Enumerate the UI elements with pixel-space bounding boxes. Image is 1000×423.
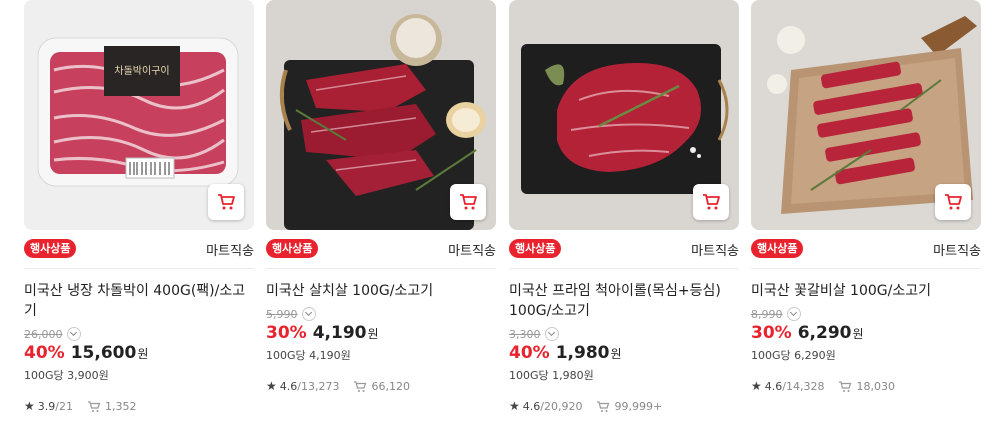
currency: 원: [852, 327, 864, 341]
cart-count: 18,030: [856, 379, 895, 393]
unit-price: 100G당 1,980원: [509, 369, 594, 382]
discount-rate: 30%: [266, 323, 307, 343]
price-row: 40% 15,600 원: [24, 343, 254, 365]
cart-count-icon: [354, 380, 367, 392]
shipping-label: 마트직송: [206, 244, 254, 259]
add-to-cart-button[interactable]: [450, 184, 486, 220]
rating: 3.9: [37, 399, 56, 413]
add-to-cart-button[interactable]: [208, 184, 244, 220]
product-card[interactable]: 행사상품 마트직송 미국산 프라임 척아이롤(목심+등심) 100G/소고기 3…: [509, 0, 739, 413]
product-image[interactable]: [751, 0, 981, 230]
unit-price: 100G당 3,900원: [24, 369, 109, 382]
event-badge: 행사상품: [266, 239, 319, 258]
event-badge: 행사상품: [24, 239, 77, 258]
original-price-row: 3,300: [509, 327, 739, 341]
add-to-cart-button[interactable]: [935, 184, 971, 220]
price-row: 30% 6,290 원: [751, 323, 981, 345]
product-image[interactable]: 차돌박이구이: [24, 0, 254, 230]
rating-row: ★ 4.6 /13,273 66,120: [266, 379, 496, 393]
original-price: 5,990: [266, 307, 298, 321]
sale-price: 15,600: [70, 343, 137, 363]
badge-row: 행사상품 마트직송: [24, 230, 254, 269]
discount-rate: 30%: [751, 323, 792, 343]
currency: 원: [367, 327, 379, 341]
shipping-label: 마트직송: [448, 244, 496, 259]
cart-count: 1,352: [104, 399, 137, 413]
chevron-down-icon[interactable]: [66, 327, 81, 341]
original-price-row: 26,000: [24, 327, 254, 341]
rating-row: ★ 4.6 /20,920 99,999+: [509, 399, 739, 413]
discount-rate: 40%: [24, 343, 65, 363]
cart-count-icon: [597, 400, 610, 412]
rating: 4.6: [764, 379, 783, 393]
review-count: /13,273: [297, 379, 340, 393]
price-row: 30% 4,190 원: [266, 323, 496, 345]
star-icon: ★: [266, 379, 277, 393]
pack-label: 차돌박이구이: [114, 65, 169, 77]
cart-icon: [945, 194, 962, 210]
event-badge: 행사상품: [751, 239, 804, 258]
review-count: /20,920: [540, 399, 583, 413]
badge-row: 행사상품 마트직송: [509, 230, 739, 269]
product-grid: 차돌박이구이 행사상품 마트직송 미국산 냉장 차돌박이 400G(팩)/소고기…: [0, 0, 1000, 423]
price-row: 40% 1,980 원: [509, 343, 739, 365]
event-badge: 행사상품: [509, 239, 562, 258]
chevron-down-icon[interactable]: [301, 307, 316, 321]
rating: 4.6: [522, 399, 541, 413]
rating-row: ★ 4.6 /14,328 18,030: [751, 379, 981, 393]
original-price: 8,990: [751, 307, 783, 321]
product-image[interactable]: [509, 0, 739, 230]
shipping-label: 마트직송: [933, 244, 981, 259]
rating: 4.6: [279, 379, 298, 393]
product-card[interactable]: 차돌박이구이 행사상품 마트직송 미국산 냉장 차돌박이 400G(팩)/소고기…: [24, 0, 254, 413]
currency: 원: [137, 347, 149, 361]
shipping-label: 마트직송: [691, 244, 739, 259]
product-card[interactable]: 행사상품 마트직송 미국산 살치살 100G/소고기 5,990 30% 4,1…: [266, 0, 496, 393]
star-icon: ★: [509, 399, 520, 413]
star-icon: ★: [751, 379, 762, 393]
badge-row: 행사상품 마트직송: [266, 230, 496, 269]
chevron-down-icon[interactable]: [786, 307, 801, 321]
star-icon: ★: [24, 399, 35, 413]
cart-icon: [703, 194, 720, 210]
product-image[interactable]: [266, 0, 496, 230]
sale-price: 4,190: [312, 323, 367, 343]
badge-row: 행사상품 마트직송: [751, 230, 981, 269]
original-price: 3,300: [509, 327, 541, 341]
original-price: 26,000: [24, 327, 63, 341]
original-price-row: 8,990: [751, 307, 981, 321]
cart-icon: [218, 194, 235, 210]
unit-price: 100G당 4,190원: [266, 349, 351, 362]
chevron-down-icon[interactable]: [544, 327, 559, 341]
discount-rate: 40%: [509, 343, 550, 363]
product-name[interactable]: 미국산 프라임 척아이롤(목심+등심) 100G/소고기: [509, 281, 739, 321]
product-name[interactable]: 미국산 꽃갈비살 100G/소고기: [751, 281, 981, 301]
unit-price: 100G당 6,290원: [751, 349, 836, 362]
review-count: /14,328: [782, 379, 825, 393]
rating-row: ★ 3.9 /21 1,352: [24, 399, 254, 413]
sale-price: 1,980: [555, 343, 610, 363]
cart-count: 99,999+: [614, 399, 663, 413]
product-name[interactable]: 미국산 냉장 차돌박이 400G(팩)/소고기: [24, 281, 254, 321]
cart-count: 66,120: [371, 379, 410, 393]
original-price-row: 5,990: [266, 307, 496, 321]
cart-count-icon: [839, 380, 852, 392]
product-card[interactable]: 행사상품 마트직송 미국산 꽃갈비살 100G/소고기 8,990 30% 6,…: [751, 0, 981, 393]
sale-price: 6,290: [797, 323, 852, 343]
add-to-cart-button[interactable]: [693, 184, 729, 220]
cart-count-icon: [87, 400, 101, 412]
cart-icon: [460, 194, 477, 210]
review-count: /21: [55, 399, 73, 413]
product-name[interactable]: 미국산 살치살 100G/소고기: [266, 281, 496, 301]
currency: 원: [610, 347, 622, 361]
